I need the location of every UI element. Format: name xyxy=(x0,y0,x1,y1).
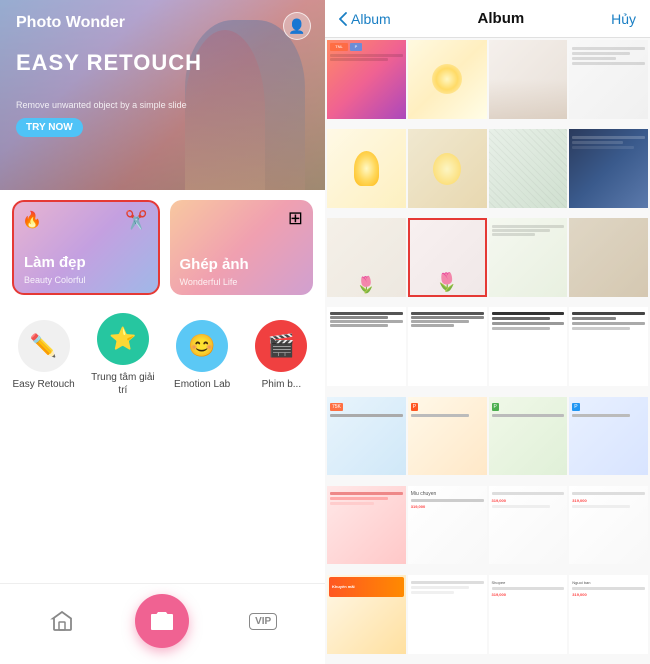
photo-cell[interactable] xyxy=(408,307,487,386)
tool-film[interactable]: 🎬 Phim b... xyxy=(247,320,315,391)
photo-cell[interactable]: P xyxy=(489,397,568,476)
right-panel: Album Album Hủy TNL P xyxy=(325,0,650,664)
photo-cell[interactable] xyxy=(327,486,406,565)
photo-cell[interactable]: 🌷 xyxy=(327,218,406,297)
photo-cell[interactable] xyxy=(327,129,406,208)
album-title: Album xyxy=(478,10,525,27)
card-ghep-anh-sub: Wonderful Life xyxy=(180,277,238,287)
card-lam-dep[interactable]: 🔥 ✂️ Làm đẹp Beauty Colorful xyxy=(12,200,160,295)
photo-cell[interactable] xyxy=(327,307,406,386)
hero-banner: Photo Wonder 👤 EASY RETOUCH Remove unwan… xyxy=(0,0,325,190)
album-cancel-button[interactable]: Hủy xyxy=(611,11,636,27)
photo-cell[interactable] xyxy=(489,218,568,297)
film-label: Phim b... xyxy=(262,378,301,391)
card-ghep-anh-label: Ghép ảnh xyxy=(180,256,249,273)
photo-cell[interactable] xyxy=(489,129,568,208)
tool-trung-tam[interactable]: ⭐ Trung tâm giải trí xyxy=(89,313,157,397)
bottom-nav: VIP xyxy=(0,583,325,664)
photo-cell[interactable]: Shopee 319,000 xyxy=(489,575,568,654)
emotion-icon: 😊 xyxy=(176,320,228,372)
scissors-icon: ✂️ xyxy=(125,210,147,231)
vip-nav-button[interactable]: VIP xyxy=(245,603,281,639)
photo-cell[interactable] xyxy=(569,307,648,386)
star-icon: ⭐ xyxy=(97,313,149,365)
fire-icon: 🔥 xyxy=(22,210,42,230)
photo-cell[interactable] xyxy=(408,129,487,208)
photo-cell[interactable]: Nguoi ban 319,000 xyxy=(569,575,648,654)
photo-cell[interactable] xyxy=(569,40,648,119)
photo-cell[interactable]: Miu chuyen 319,000 xyxy=(408,486,487,565)
photo-cell[interactable]: Khuyến mãi xyxy=(327,575,406,654)
photo-cell[interactable]: 🌷 xyxy=(408,218,487,297)
retouch-icon: ✏️ xyxy=(18,320,70,372)
photo-cell[interactable] xyxy=(489,307,568,386)
try-now-button[interactable]: TRY NOW xyxy=(16,118,83,137)
photo-cell[interactable] xyxy=(408,40,487,119)
tool-easy-retouch[interactable]: ✏️ Easy Retouch xyxy=(10,320,78,391)
photo-cell[interactable]: 319,000 xyxy=(569,486,648,565)
photo-cell[interactable]: TNL P xyxy=(327,40,406,119)
photo-cell[interactable]: 319,000 xyxy=(489,486,568,565)
camera-nav-button[interactable] xyxy=(135,594,189,648)
photo-cell[interactable]: P xyxy=(569,397,648,476)
trung-tam-label: Trung tâm giải trí xyxy=(89,371,157,397)
tool-emotion-lab[interactable]: 😊 Emotion Lab xyxy=(168,320,236,391)
retouch-label: Easy Retouch xyxy=(12,378,74,391)
photo-cell[interactable] xyxy=(489,40,568,119)
tool-grid: ✏️ Easy Retouch ⭐ Trung tâm giải trí 😊 E… xyxy=(0,305,325,401)
app-name: Photo Wonder xyxy=(16,14,125,32)
album-header: Album Album Hủy xyxy=(325,0,650,38)
hero-big-title: EASY RETOUCH xyxy=(16,50,202,76)
film-icon: 🎬 xyxy=(255,320,307,372)
card-ghep-anh[interactable]: ⊞ Ghép ảnh Wonderful Life xyxy=(170,200,314,295)
hero-subtitle: Remove unwanted object by a simple slide xyxy=(16,100,187,110)
hero-avatar[interactable]: 👤 xyxy=(283,12,311,40)
photo-cell[interactable]: 75K xyxy=(327,397,406,476)
card-lam-dep-label: Làm đẹp xyxy=(24,254,86,271)
home-nav-button[interactable] xyxy=(44,603,80,639)
album-back-label: Album xyxy=(351,11,391,27)
photo-grid: TNL P xyxy=(325,38,650,664)
left-panel: Photo Wonder 👤 EASY RETOUCH Remove unwan… xyxy=(0,0,325,664)
card-lam-dep-sub: Beauty Colorful xyxy=(24,275,86,285)
photo-cell[interactable] xyxy=(569,129,648,208)
grid-icon: ⊞ xyxy=(288,208,303,229)
photo-cell[interactable]: P xyxy=(408,397,487,476)
photo-cell[interactable] xyxy=(569,218,648,297)
album-back-button[interactable]: Album xyxy=(339,11,391,27)
vip-label: VIP xyxy=(249,613,277,630)
feature-cards: 🔥 ✂️ Làm đẹp Beauty Colorful ⊞ Ghép ảnh … xyxy=(0,190,325,305)
photo-cell[interactable] xyxy=(408,575,487,654)
emotion-label: Emotion Lab xyxy=(174,378,230,391)
